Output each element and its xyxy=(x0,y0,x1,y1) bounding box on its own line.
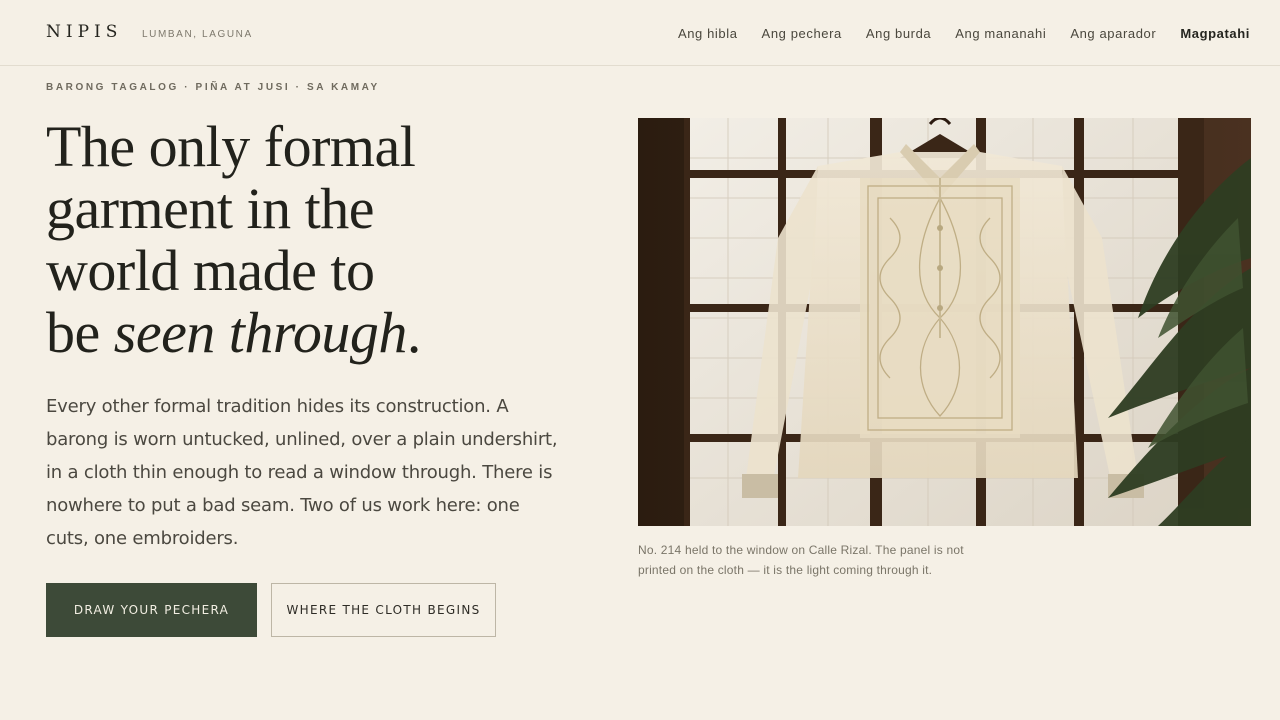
hero-lede: Every other formal tradition hides its c… xyxy=(46,396,558,549)
barong-window-illustration xyxy=(638,118,1251,526)
headline-line-4: be xyxy=(46,300,114,365)
brand-logo[interactable]: NIPIS xyxy=(46,22,122,42)
headline-line-1: The only formal xyxy=(46,114,416,179)
headline-emphasis: seen through xyxy=(113,300,408,365)
nav-item-mananahi[interactable]: Ang mananahi xyxy=(955,26,1046,41)
nav-item-aparador[interactable]: Ang aparador xyxy=(1070,26,1156,41)
headline-line-2: garment in the xyxy=(46,176,375,241)
nav-item-pechera[interactable]: Ang pechera xyxy=(762,26,842,41)
nav-item-burda[interactable]: Ang burda xyxy=(866,26,931,41)
headline-period: . xyxy=(406,300,422,365)
cloth-begins-button[interactable]: WHERE THE CLOTH BEGINS xyxy=(271,583,496,637)
nav-cta-magpatahi[interactable]: Magpatahi xyxy=(1180,26,1250,41)
hero-eyebrow: BARONG TAGALOG · PIÑA AT JUSI · SA KAMAY xyxy=(46,82,380,93)
photo-caption: No. 214 held to the window on Calle Riza… xyxy=(638,543,964,577)
site-header: NIPIS LUMBAN, LAGUNA Ang hibla Ang peche… xyxy=(0,0,1280,66)
brand-location: LUMBAN, LAGUNA xyxy=(142,29,253,40)
draw-pechera-button[interactable]: DRAW YOUR PECHERA xyxy=(46,583,257,637)
hero-headline: The only formal garment in the world mad… xyxy=(46,116,566,364)
nav-item-hibla[interactable]: Ang hibla xyxy=(678,26,738,41)
main-nav: Ang hibla Ang pechera Ang burda Ang mana… xyxy=(654,26,1250,41)
barong-photo xyxy=(638,118,1251,526)
headline-line-3: world made to xyxy=(46,238,375,303)
